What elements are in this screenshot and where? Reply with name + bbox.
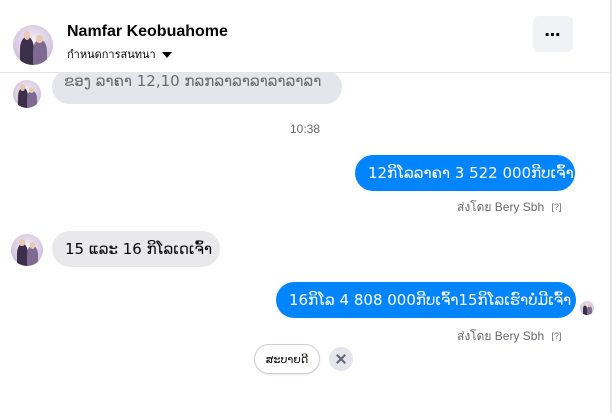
message-text: ຂອງ ລາຄາ 12,10 ກລກລາລາລາລາລາລາ (64, 72, 322, 90)
read-receipt-avatar (580, 301, 594, 315)
sent-by-label: ส่งโดย Bery Sbh [?] (457, 198, 562, 217)
conversation-settings-label: กำหนดการสนทนา (67, 48, 156, 61)
message-text: 15 ແລະ 16 ກິໂລເດເຈົ້າ (65, 240, 213, 258)
more-options-button[interactable]: ⋯ (533, 16, 573, 52)
conversation-header: Namfar Keobuahome กำหนดการสนทนา ⋯ (0, 0, 610, 73)
contact-avatar-small (13, 80, 41, 108)
close-icon (336, 354, 346, 364)
caret-down-icon (161, 52, 172, 58)
message-text: 12ກິໂລລາຄາ 3 522 000ກີບເຈົ້າ (368, 164, 574, 182)
incoming-message-bubble: ຂອງ ລາຄາ 12,10 ກລກລາລາລາລາລາລາ (52, 70, 342, 104)
more-dots-icon: ⋯ (544, 24, 562, 44)
quick-reply-chip[interactable]: ສະບາຍດີ (254, 344, 320, 374)
dismiss-quick-reply-button[interactable] (329, 347, 353, 371)
incoming-message-bubble[interactable]: 15 ແລະ 16 ກິໂລເດເຈົ້າ (52, 231, 220, 267)
sender-info-marker[interactable]: [?] (552, 331, 562, 341)
outgoing-message-bubble[interactable]: 12ກິໂລລາຄາ 3 522 000ກີບເຈົ້າ (355, 155, 575, 191)
sent-by-prefix: ส่งโดย (457, 200, 492, 214)
conversation-settings-dropdown[interactable]: กำหนดการสนทนา (67, 46, 172, 62)
contact-avatar[interactable] (13, 25, 53, 65)
sent-by-label: ส่งโดย Bery Sbh [?] (457, 327, 562, 346)
outgoing-message-bubble[interactable]: 16ກິໂລ 4 808 000ກີບເຈົ້າ15ກິໂລເຮົາບໍ່ມີເ… (276, 282, 576, 318)
sender-info-marker[interactable]: [?] (552, 202, 562, 212)
sent-by-prefix: ส่งโดย (457, 329, 492, 343)
quick-reply-label: ສະບາຍດີ (265, 352, 309, 366)
contact-avatar-small[interactable] (11, 234, 43, 266)
message-text: 16ກິໂລ 4 808 000ກີບເຈົ້າ15ກິໂລເຮົາບໍ່ມີເ… (289, 291, 572, 309)
sender-name[interactable]: Bery Sbh (495, 329, 544, 343)
sender-name[interactable]: Bery Sbh (495, 200, 544, 214)
contact-name[interactable]: Namfar Keobuahome (67, 23, 228, 41)
message-timestamp: 10:38 (289, 122, 321, 136)
